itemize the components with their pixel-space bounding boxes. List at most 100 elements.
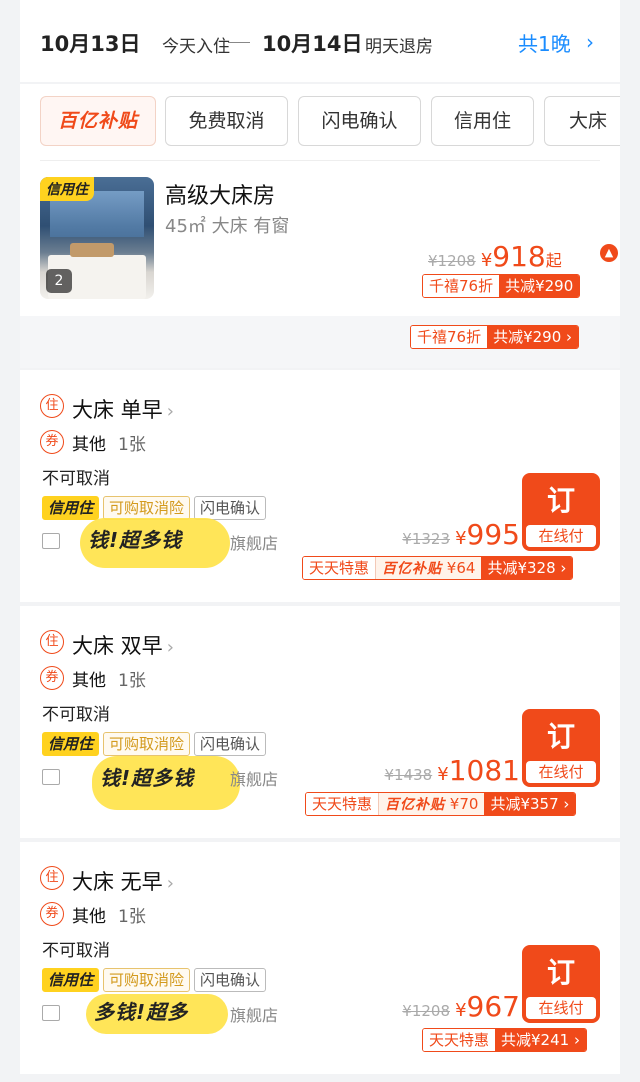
chevron-right-icon: › (166, 401, 174, 422)
insurance-tag: 可购取消险 (103, 496, 191, 520)
current-price: 1081 (448, 754, 520, 787)
discount-daily: 天天特惠 (423, 1029, 496, 1051)
currency-symbol: ¥ (480, 250, 493, 271)
coupon-badge: 券 (40, 666, 64, 690)
room-price: ¥1208 ¥918起 (428, 240, 562, 273)
flash-confirm-tag: 闪电确认 (194, 732, 267, 756)
discount-subsidy: 百亿补贴 ¥64 (375, 557, 482, 579)
cancel-policy: 不可取消 (42, 941, 110, 961)
date-separator (228, 42, 250, 43)
bed-info: 其他 1张 (72, 435, 146, 455)
nights-count[interactable]: 共1晚 (518, 28, 571, 57)
discount-subsidy: 百亿补贴 ¥70 (378, 793, 485, 815)
date-bar[interactable]: 10月13日 今天入住 10月14日 明天退房 共1晚 › (20, 0, 620, 82)
credit-stay-tag: 信用住 (42, 732, 100, 756)
sticky-discount[interactable]: 千禧76折 共减¥290 › (410, 325, 580, 349)
tag-row: 信用住 可购取消险 闪电确认 (42, 968, 267, 992)
cancel-policy: 不可取消 (42, 705, 110, 725)
chevron-right-icon: › (166, 637, 174, 658)
shop-name: 旗舰店 (230, 1006, 279, 1025)
filter-chip-credit-stay[interactable]: 信用住 (431, 96, 534, 146)
collapse-icon[interactable]: ▲ (600, 244, 618, 262)
filter-chip-subsidy[interactable]: 百亿补贴 (40, 96, 156, 146)
discount-total: 共减¥328 › (481, 557, 573, 579)
checkin-date[interactable]: 10月13日 (40, 28, 140, 58)
pay-online-label: 在线付 (526, 525, 596, 547)
pay-online-label: 在线付 (526, 997, 596, 1019)
store-icon (42, 532, 60, 549)
rate-plan-card[interactable]: 住 大床 无早 › 券 其他 1张 不可取消 信用住 可购取消险 闪电确认 多钱!超… (20, 842, 620, 1074)
rate-price: ¥1438 ¥1081 (384, 754, 520, 787)
chevron-right-icon: › (166, 873, 174, 894)
flash-confirm-tag: 闪电确认 (194, 496, 267, 520)
rate-price: ¥1323 ¥995 (402, 518, 520, 551)
checkin-label: 今天入住 (162, 37, 230, 57)
rate-plan-card[interactable]: 住 大床 单早 › 券 其他 1张 不可取消 信用住 可购取消险 闪电确认 钱!超多… (20, 370, 620, 602)
room-card[interactable]: 信用住 2 高级大床房 45㎡ 大床 有窗 ¥1208 ¥918起 ▲ 千禧76… (20, 160, 620, 316)
credit-stay-tag: 信用住 (40, 177, 94, 201)
store-icon (42, 1004, 60, 1021)
currency-symbol: ¥ (455, 528, 467, 549)
photo-count: 2 (46, 269, 72, 293)
checkout-date[interactable]: 10月14日 (262, 28, 362, 58)
rate-plan-title[interactable]: 大床 无早 › (72, 866, 174, 896)
store-icon (42, 768, 60, 785)
shop-info[interactable] (42, 1002, 66, 1021)
shop-info[interactable] (42, 766, 66, 785)
original-price: ¥1208 (428, 252, 476, 270)
currency-symbol: ¥ (437, 764, 449, 785)
current-price: 967 (466, 990, 520, 1023)
filter-chip-free-cancel[interactable]: 免费取消 (165, 96, 288, 146)
filter-chip-king-bed[interactable]: 大床 (544, 96, 620, 146)
book-button[interactable]: 订 在线付 (522, 473, 600, 551)
coupon-badge: 券 (40, 430, 64, 454)
discount-total: 共减¥241 › (495, 1029, 586, 1051)
shop-name: 旗舰店 (230, 770, 279, 789)
shop-name: 旗舰店 (230, 534, 279, 553)
book-button[interactable]: 订 在线付 (522, 709, 600, 787)
original-price: ¥1438 (384, 766, 433, 784)
currency-symbol: ¥ (455, 1000, 467, 1021)
bed-info: 其他 1张 (72, 671, 146, 691)
cancel-policy: 不可取消 (42, 469, 110, 489)
redaction-scribble: 钱!超多钱 (92, 756, 240, 810)
rate-discount[interactable]: 天天特惠 百亿补贴 ¥64 共减¥328 › (302, 556, 574, 580)
current-price: 995 (466, 518, 520, 551)
room-subtitle: 45㎡ 大床 有窗 (165, 216, 290, 237)
stay-badge: 住 (40, 394, 64, 418)
tag-row: 信用住 可购取消险 闪电确认 (42, 496, 267, 520)
book-button[interactable]: 订 在线付 (522, 945, 600, 1023)
checkout-label: 明天退房 (365, 37, 433, 57)
insurance-tag: 可购取消险 (103, 732, 191, 756)
discount-total: 共减¥290 › (487, 326, 579, 348)
price-suffix: 起 (545, 251, 562, 270)
bed-info: 其他 1张 (72, 907, 146, 927)
redaction-scribble: 钱!超多钱 (80, 518, 230, 568)
tag-row: 信用住 可购取消险 闪电确认 (42, 732, 267, 756)
rate-discount[interactable]: 天天特惠 百亿补贴 ¥70 共减¥357 › (305, 792, 577, 816)
credit-stay-tag: 信用住 (42, 968, 100, 992)
rate-plan-title[interactable]: 大床 双早 › (72, 630, 174, 660)
rate-plan-card[interactable]: 住 大床 双早 › 券 其他 1张 不可取消 信用住 可购取消险 闪电确认 钱!超多… (20, 606, 620, 838)
discount-label: 千禧76折 (423, 275, 500, 297)
insurance-tag: 可购取消险 (103, 968, 191, 992)
room-discount: 千禧76折 共减¥290 (422, 274, 581, 298)
book-label: 订 (546, 956, 575, 989)
shop-info[interactable] (42, 530, 66, 549)
discount-label: 千禧76折 (411, 326, 488, 348)
filter-bar: 百亿补贴 免费取消 闪电确认 信用住 大床 (20, 84, 620, 160)
room-photo[interactable]: 信用住 2 (40, 177, 154, 299)
stay-badge: 住 (40, 866, 64, 890)
rate-plan-title[interactable]: 大床 单早 › (72, 394, 174, 424)
rate-discount[interactable]: 天天特惠 共减¥241 › (422, 1028, 587, 1052)
discount-total: 共减¥357 › (484, 793, 576, 815)
pay-online-label: 在线付 (526, 761, 596, 783)
rate-price: ¥1208 ¥967 (402, 990, 520, 1023)
coupon-badge: 券 (40, 902, 64, 926)
sticky-discount-row: 千禧76折 共减¥290 › (20, 316, 620, 368)
stay-badge: 住 (40, 630, 64, 654)
filter-chip-flash-confirm[interactable]: 闪电确认 (298, 96, 421, 146)
current-price: 918 (492, 240, 546, 273)
chevron-right-icon: › (586, 30, 594, 54)
original-price: ¥1208 (402, 1002, 450, 1020)
